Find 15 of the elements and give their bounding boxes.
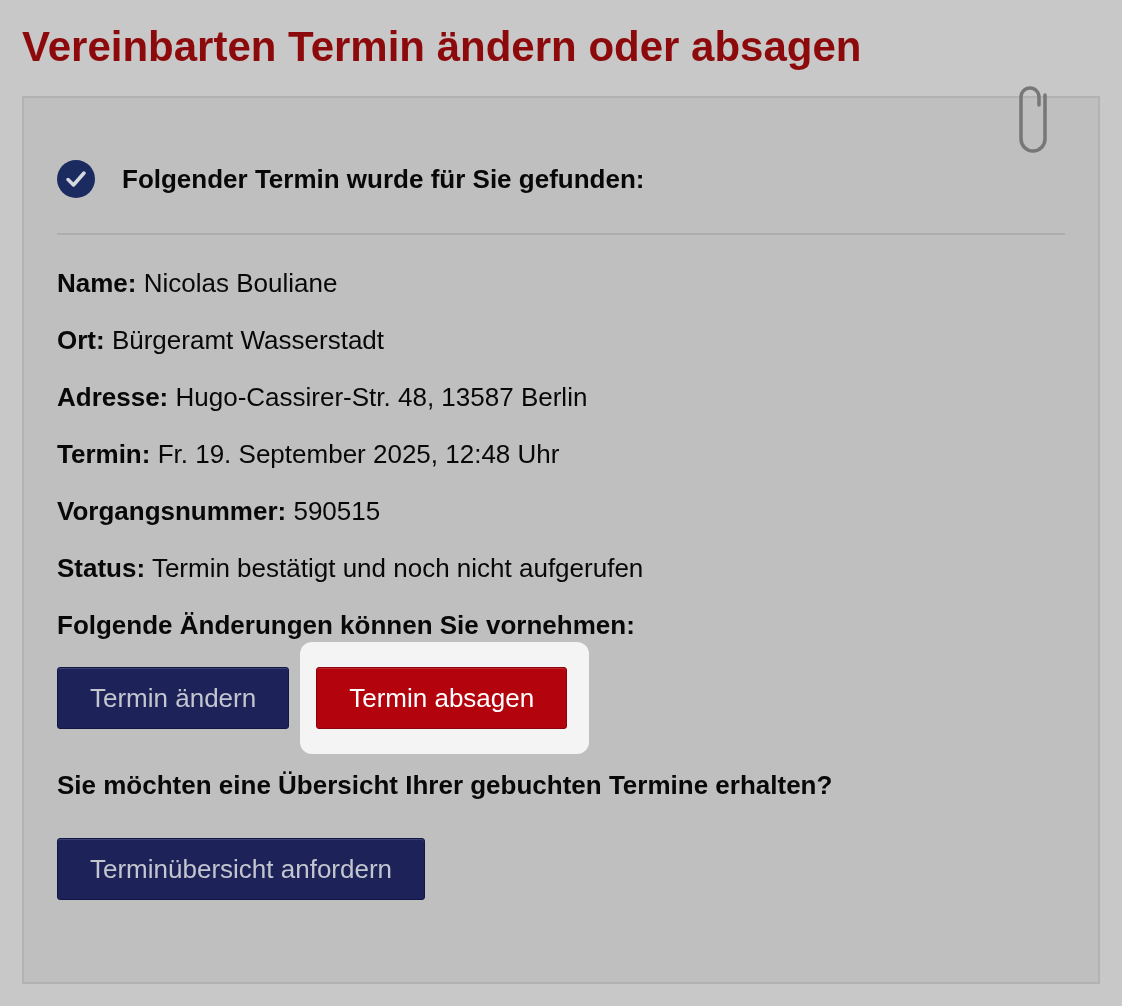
appointment-detail: Termin: Fr. 19. September 2025, 12:48 Uhr xyxy=(57,438,561,471)
paperclip-icon xyxy=(1016,83,1050,155)
check-icon xyxy=(57,160,95,198)
action-button[interactable]: Terminübersicht anfordern xyxy=(57,838,426,900)
cancel-button[interactable]: Termin absagen xyxy=(316,667,568,729)
found-message: Folgender Termin wurde für Sie gefunden: xyxy=(122,162,645,196)
changes-heading: Folgende Änderungen können Sie vornehmen: xyxy=(57,609,636,642)
appointment-detail: Vorgangsnummer: 590515 xyxy=(57,495,382,528)
page-title: Vereinbarten Termin ändern oder absagen xyxy=(22,22,863,72)
appointment-detail: Name: Nicolas Bouliane xyxy=(57,267,339,300)
overview-question: Sie möchten eine Übersicht Ihrer gebuchten Termine erhalten? xyxy=(57,769,834,802)
appointment-detail: Ort: Bürgeramt Wasserstadt xyxy=(57,324,386,357)
appointment-detail: Adresse: Hugo-Cassirer-Str. 48, 13587 Berlin xyxy=(57,381,589,414)
action-button[interactable]: Termin ändern xyxy=(57,667,290,729)
appointment-detail: Status: Termin bestätigt und noch nicht aufgerufen xyxy=(57,552,645,585)
